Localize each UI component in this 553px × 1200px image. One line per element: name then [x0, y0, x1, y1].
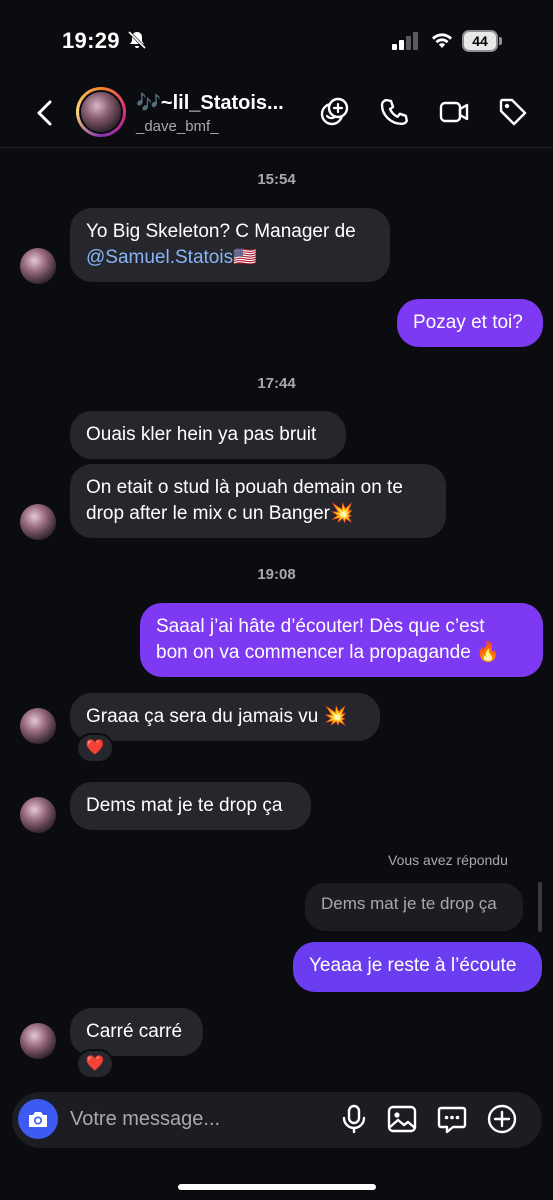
heart-reaction[interactable]: ❤️: [76, 1049, 114, 1079]
message-outgoing[interactable]: Pozay et toi?: [397, 299, 543, 347]
signal-icon: [392, 32, 418, 50]
silent-bell-icon: [127, 30, 147, 50]
message-input[interactable]: Votre message...: [70, 1108, 220, 1131]
battery-indicator: 44: [462, 30, 502, 52]
video-icon[interactable]: [438, 96, 470, 128]
message-incoming[interactable]: Graaa ça sera du jamais vu 💥: [70, 693, 380, 741]
image-icon[interactable]: [386, 1103, 418, 1135]
camera-icon: [29, 1112, 47, 1127]
sender-avatar[interactable]: [20, 504, 56, 540]
message-text: Yeaaa je reste à l’écoute: [309, 955, 517, 976]
sender-avatar[interactable]: [20, 797, 56, 833]
heart-reaction[interactable]: ❤️: [76, 733, 114, 763]
camera-button[interactable]: [18, 1099, 58, 1139]
mention-link[interactable]: @Samuel.Statois: [86, 247, 233, 268]
message-text: Pozay et toi?: [413, 312, 523, 333]
plus-icon[interactable]: [486, 1103, 518, 1135]
message-text-line: bon on va commencer la propagande 🔥: [156, 642, 500, 663]
timestamp: 19:08: [257, 566, 296, 583]
tag-icon[interactable]: [497, 96, 529, 128]
message-text: Carré carré: [86, 1021, 183, 1042]
contact-username[interactable]: _dave_bmf_: [136, 118, 219, 135]
message-text: Graaa ça sera du jamais vu 💥: [86, 706, 348, 727]
message-incoming[interactable]: Dems mat je te drop ça: [70, 782, 311, 830]
sender-avatar[interactable]: [20, 708, 56, 744]
message-text-line: On etait o stud là pouah demain on te: [86, 477, 403, 498]
reply-label: Vous avez répondu: [388, 852, 508, 868]
message-outgoing[interactable]: Yeaaa je reste à l’écoute: [293, 942, 542, 992]
timestamp: 15:54: [257, 171, 296, 188]
sticker-chat-icon[interactable]: [436, 1103, 468, 1135]
message-incoming[interactable]: On etait o stud là pouah demain on te dr…: [70, 464, 446, 538]
header-divider: [0, 147, 553, 148]
contact-avatar[interactable]: [76, 87, 126, 137]
timestamp: 17:44: [257, 375, 296, 392]
sender-avatar[interactable]: [20, 248, 56, 284]
message-text-line: Saaal j’ai hâte d’écouter! Dès que c’est: [156, 616, 485, 637]
message-incoming[interactable]: Ouais kler hein ya pas bruit: [70, 411, 346, 459]
mic-icon[interactable]: [338, 1103, 370, 1135]
message-text: Dems mat je te drop ça: [86, 795, 283, 816]
home-indicator[interactable]: [178, 1184, 376, 1190]
quoted-message[interactable]: Dems mat je te drop ça: [305, 883, 523, 931]
scrollbar[interactable]: [538, 882, 542, 932]
message-outgoing[interactable]: Saaal j’ai hâte d’écouter! Dès que c’est…: [140, 603, 543, 677]
status-time: 19:29: [62, 28, 120, 53]
message-text: Ouais kler hein ya pas bruit: [86, 424, 317, 445]
battery-level: 44: [462, 30, 498, 52]
contact-name[interactable]: 🎶~lil_Statois...: [136, 90, 284, 115]
flag-emoji: 🇺🇸: [233, 247, 257, 268]
video-chat-icon[interactable]: [319, 96, 351, 128]
message-incoming[interactable]: Yo Big Skeleton? C Manager de @Samuel.St…: [70, 208, 390, 282]
message-text-line: drop after le mix c un Banger💥: [86, 503, 354, 524]
sender-avatar[interactable]: [20, 1023, 56, 1059]
back-icon[interactable]: [32, 98, 58, 128]
phone-icon[interactable]: [378, 96, 410, 128]
wifi-icon: [432, 33, 452, 48]
message-text: Yo Big Skeleton? C Manager de: [86, 221, 356, 242]
